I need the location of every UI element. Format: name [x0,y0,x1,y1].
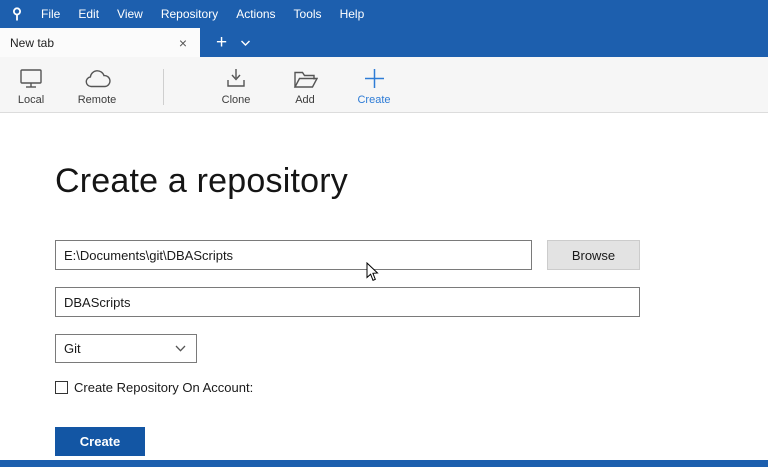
toolbar-local-label: Local [17,94,45,106]
tab-close-icon[interactable]: × [176,36,190,50]
download-icon [225,65,247,89]
monitor-icon [19,65,43,89]
menu-help[interactable]: Help [331,0,374,28]
toolbar-remote-button[interactable]: Remote [71,63,123,107]
toolbar-create-label: Create [357,94,391,106]
menu-actions[interactable]: Actions [227,0,284,28]
vcs-type-value: Git [64,341,81,356]
tab-bar: New tab × + [0,28,768,57]
bottom-status-strip [0,460,768,467]
tab-new-tab[interactable]: New tab × [0,28,200,57]
menu-edit[interactable]: Edit [69,0,108,28]
create-on-account-checkbox[interactable] [55,381,68,394]
sourcetree-logo-icon [8,5,26,23]
create-on-account-row: Create Repository On Account: [55,380,253,395]
create-on-account-label: Create Repository On Account: [74,380,254,395]
toolbar-add-label: Add [295,94,315,106]
folder-icon [293,65,318,89]
app-window: File Edit View Repository Actions Tools … [0,0,768,467]
toolbar-clone-button[interactable]: Clone [212,63,260,107]
menu-tools[interactable]: Tools [285,0,331,28]
menu-file[interactable]: File [32,0,69,28]
toolbar-clone-label: Clone [221,94,251,106]
page-title: Create a repository [55,162,348,200]
toolbar-remote-label: Remote [77,94,117,106]
toolbar: Local Remote Clone Add Create [0,57,768,113]
menu-view[interactable]: View [108,0,152,28]
plus-icon [364,65,385,89]
menu-repository[interactable]: Repository [152,0,227,28]
repository-name-input[interactable] [55,287,640,317]
menu-bar: File Edit View Repository Actions Tools … [0,0,768,28]
cloud-icon [84,65,111,89]
toolbar-separator [163,69,164,105]
tab-label: New tab [10,35,55,50]
new-tab-button[interactable]: + [216,28,227,57]
repository-path-input[interactable] [55,240,532,270]
vcs-type-select[interactable]: Git [55,334,197,363]
toolbar-add-button[interactable]: Add [281,63,329,107]
tab-list-dropdown-icon[interactable] [241,40,251,46]
toolbar-local-button[interactable]: Local [8,63,54,107]
toolbar-create-button[interactable]: Create [348,63,400,107]
chevron-down-icon [175,345,188,352]
create-button[interactable]: Create [55,427,145,456]
browse-button[interactable]: Browse [547,240,640,270]
